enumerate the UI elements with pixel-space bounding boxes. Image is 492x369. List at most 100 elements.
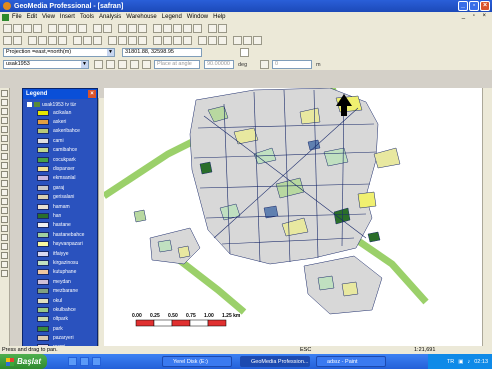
copy-icon[interactable] [58, 23, 67, 33]
quicklaunch-desktop-icon[interactable] [92, 357, 101, 366]
mdi-controls[interactable]: _ ▫ × [462, 13, 489, 19]
legend-item[interactable]: pazaryeri [27, 333, 95, 342]
chevron-down-icon[interactable]: ▼ [107, 49, 114, 56]
layers-icon[interactable] [198, 35, 207, 45]
measure-icon[interactable] [233, 35, 242, 45]
label-icon[interactable] [93, 35, 102, 45]
measure-tool-icon[interactable] [1, 117, 8, 124]
layer-visibility-checkbox[interactable] [27, 102, 32, 107]
legend-item[interactable]: okul [27, 296, 95, 305]
legend-item[interactable]: hayvanpazari [27, 239, 95, 248]
legend-item[interactable]: han [27, 211, 95, 220]
join-tool-icon[interactable] [1, 261, 8, 268]
legend-item[interactable]: camibahce [27, 146, 95, 155]
insert-feature-icon[interactable] [73, 35, 82, 45]
point-icon[interactable] [173, 35, 182, 45]
perpendicular-tool-icon[interactable] [1, 198, 8, 205]
chevron-down-icon[interactable]: ▼ [81, 61, 88, 68]
cut-icon[interactable] [48, 23, 57, 33]
quicklaunch-browser-icon[interactable] [68, 357, 77, 366]
map-scrollbar[interactable] [482, 88, 492, 346]
taskbar-item-explorer[interactable]: Yerel Disk (E:) [162, 356, 232, 367]
arc-icon[interactable] [138, 35, 147, 45]
legend-item[interactable]: meydan [27, 277, 95, 286]
legend-item[interactable]: garaj [27, 183, 95, 192]
zoom-in-icon[interactable] [153, 23, 162, 33]
grid-icon[interactable] [28, 35, 37, 45]
legend-layer-row[interactable]: usak1953 tv tür [27, 101, 95, 108]
edit-geometry-icon[interactable] [83, 35, 92, 45]
smooth-icon[interactable] [130, 60, 139, 69]
start-button[interactable]: Başlat [0, 354, 48, 369]
new-icon[interactable] [3, 23, 12, 33]
copy-tool-icon[interactable] [1, 207, 8, 214]
query-icon[interactable] [58, 35, 67, 45]
trim-tool-icon[interactable] [1, 180, 8, 187]
document-icon[interactable] [2, 13, 9, 21]
previous-view-icon[interactable] [193, 23, 202, 33]
angle-mode-field[interactable]: Place at angle [154, 60, 200, 69]
legend-item[interactable]: park [27, 324, 95, 333]
text-tool-icon[interactable] [1, 108, 8, 115]
polyline-icon[interactable] [118, 35, 127, 45]
close-button[interactable]: × [480, 1, 490, 11]
scale-tool-icon[interactable] [1, 234, 8, 241]
select-tool-icon[interactable] [13, 35, 22, 45]
language-indicator[interactable]: TR [447, 359, 454, 365]
fillet-icon[interactable] [142, 60, 151, 69]
properties-icon[interactable] [94, 60, 103, 69]
minimize-button[interactable]: _ [458, 1, 468, 11]
quicklaunch-media-icon[interactable] [80, 357, 89, 366]
save-icon[interactable] [23, 23, 32, 33]
attributes-icon[interactable] [48, 35, 57, 45]
taskbar-item-geomedia[interactable]: GeoMedia Profession... [240, 356, 310, 367]
taskbar-item-paint[interactable]: adsız - Paint [316, 356, 386, 367]
network-icon[interactable]: ▣ [458, 359, 463, 365]
delete-icon[interactable] [78, 23, 87, 33]
legend-item[interactable]: askeri [27, 117, 95, 126]
legend-item[interactable]: hamam [27, 202, 95, 211]
distance-input[interactable]: 0 [272, 60, 312, 69]
map-canvas[interactable]: 0.00 0.25 0.50 0.75 1.00 1.25 km [102, 84, 482, 346]
volume-icon[interactable]: ♪ [467, 359, 470, 365]
map-window[interactable]: 0.00 0.25 0.50 0.75 1.00 1.25 km [102, 84, 482, 346]
lock-icon[interactable] [260, 60, 269, 69]
mirror-tool-icon[interactable] [1, 243, 8, 250]
menu-help[interactable]: Help [213, 14, 225, 20]
legend-item[interactable]: mezbarane [27, 286, 95, 295]
menu-insert[interactable]: Insert [60, 14, 75, 20]
snap-tool-icon[interactable] [1, 162, 8, 169]
rotate-tool-icon[interactable] [1, 225, 8, 232]
fit-all-icon[interactable] [173, 23, 182, 33]
legend-item[interactable]: cocukpark [27, 155, 95, 164]
grid-tool-icon[interactable] [1, 126, 8, 133]
continue-icon[interactable] [163, 35, 172, 45]
menu-edit[interactable]: Edit [27, 14, 37, 20]
legend-item[interactable]: hastane [27, 221, 95, 230]
redo-icon[interactable] [103, 23, 112, 33]
angle-input[interactable]: 90.00000 [204, 60, 234, 69]
layer-combo[interactable]: usak1953 ▼ [3, 60, 89, 69]
analysis-icon[interactable] [253, 35, 262, 45]
angle-tool-icon[interactable] [1, 144, 8, 151]
rotate-icon[interactable] [106, 60, 115, 69]
buffer-icon[interactable] [243, 35, 252, 45]
legend-item[interactable]: cami [27, 136, 95, 145]
print-icon[interactable] [33, 23, 42, 33]
projection-combo[interactable]: Projection =east,=north(m) ▼ [3, 48, 115, 57]
menu-window[interactable]: Window [187, 14, 208, 20]
legend-item[interactable]: itfaiyye [27, 249, 95, 258]
break-tool-icon[interactable] [1, 252, 8, 259]
pan-icon[interactable] [183, 23, 192, 33]
legend-item[interactable]: ekmsanlal [27, 174, 95, 183]
legend-item[interactable]: dispanser [27, 164, 95, 173]
line-icon[interactable] [108, 35, 117, 45]
arrow-tool-icon[interactable] [1, 90, 8, 97]
menu-view[interactable]: View [42, 14, 55, 20]
move-tool-icon[interactable] [1, 216, 8, 223]
coordinate-dropdown-icon[interactable] [240, 48, 249, 57]
menu-warehouse[interactable]: Warehouse [126, 14, 156, 20]
legend-item[interactable]: hastanebahce [27, 230, 95, 239]
legend-item[interactable]: kutuphane [27, 268, 95, 277]
coordinate-field[interactable]: 31801.88, 32598.95 [122, 48, 202, 57]
